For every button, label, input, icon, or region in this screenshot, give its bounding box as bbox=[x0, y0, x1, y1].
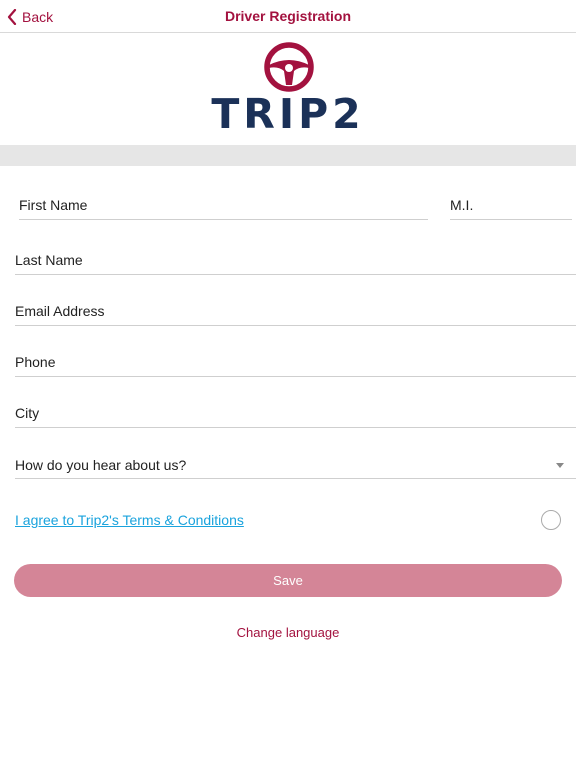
first-name-field[interactable] bbox=[19, 190, 428, 220]
terms-agree-radio[interactable] bbox=[541, 510, 561, 530]
last-name-input[interactable] bbox=[15, 245, 576, 274]
change-language-link[interactable]: Change language bbox=[0, 625, 576, 640]
first-name-input[interactable] bbox=[19, 190, 428, 219]
referral-select[interactable]: How do you hear about us? bbox=[15, 449, 576, 479]
caret-down-icon bbox=[556, 463, 564, 468]
phone-input[interactable] bbox=[15, 347, 576, 376]
last-name-field[interactable] bbox=[15, 245, 576, 275]
middle-initial-field[interactable] bbox=[450, 190, 572, 220]
middle-initial-input[interactable] bbox=[450, 190, 572, 219]
page-title: Driver Registration bbox=[224, 8, 352, 24]
save-button[interactable]: Save bbox=[14, 564, 562, 597]
steering-wheel-icon bbox=[264, 42, 314, 92]
referral-select-label: How do you hear about us? bbox=[15, 457, 187, 473]
email-input[interactable] bbox=[15, 296, 576, 325]
logo-text: TRIP2 bbox=[211, 90, 365, 138]
phone-field[interactable] bbox=[15, 347, 576, 377]
city-field[interactable] bbox=[15, 398, 576, 428]
logo: TRIP2 bbox=[0, 34, 576, 145]
section-divider bbox=[0, 145, 576, 166]
nav-bar: Back Driver Registration bbox=[0, 0, 576, 33]
city-input[interactable] bbox=[15, 398, 576, 427]
email-field[interactable] bbox=[15, 296, 576, 326]
terms-link[interactable]: I agree to Trip2's Terms & Conditions bbox=[15, 512, 244, 528]
